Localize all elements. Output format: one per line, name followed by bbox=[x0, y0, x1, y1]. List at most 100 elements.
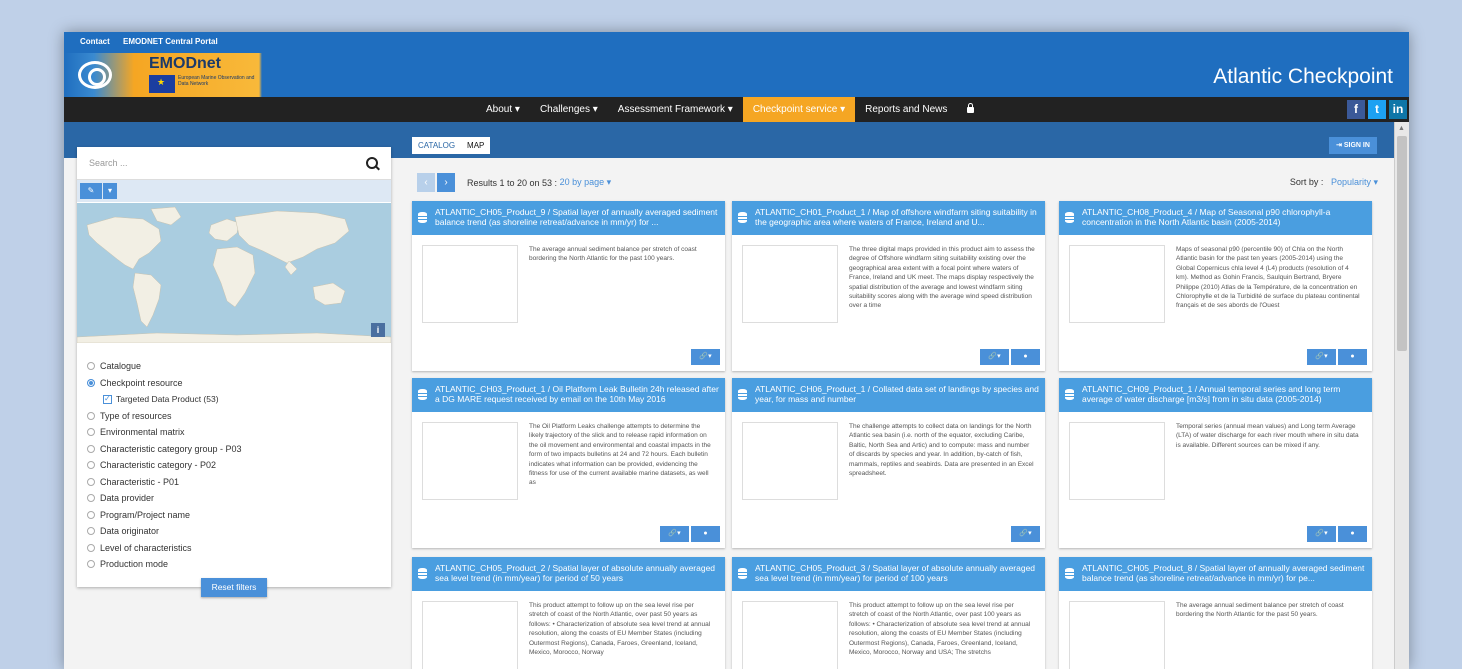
nav-checkpoint-service[interactable]: Checkpoint service ▾ bbox=[742, 97, 856, 122]
card-actions: 🔗▾ ● bbox=[1305, 349, 1367, 365]
sort-dropdown[interactable]: Popularity ▾ bbox=[1331, 177, 1378, 187]
card-title[interactable]: ATLANTIC_CH03_Product_1 / Oil Platform L… bbox=[435, 384, 719, 404]
card-title[interactable]: ATLANTIC_CH06_Product_1 / Collated data … bbox=[755, 384, 1039, 404]
result-card[interactable]: ATLANTIC_CH06_Product_1 / Collated data … bbox=[732, 378, 1045, 548]
radio-icon bbox=[87, 560, 95, 568]
site-header: Contact EMODNET Central Portal EMODnet E… bbox=[64, 32, 1409, 97]
results-area: ‹ › Results 1 to 20 on 53 : 20 by page ▾… bbox=[412, 158, 1382, 669]
per-page-dropdown[interactable]: 20 by page ▾ bbox=[560, 177, 612, 188]
card-header[interactable]: ATLANTIC_CH01_Product_1 / Map of offshor… bbox=[732, 201, 1045, 235]
result-card[interactable]: ATLANTIC_CH08_Product_4 / Map of Seasona… bbox=[1059, 201, 1372, 371]
site-title: Atlantic Checkpoint bbox=[1213, 65, 1393, 88]
search-input[interactable]: Search ... bbox=[89, 158, 128, 168]
logo-subtitle: European Marine Observation and Data Net… bbox=[178, 75, 255, 87]
facet-program-project-name[interactable]: Program/Project name bbox=[87, 507, 242, 524]
facet-characteristic-category[interactable]: Characteristic category - P02 bbox=[87, 457, 242, 474]
tab-map[interactable]: MAP bbox=[461, 137, 490, 154]
twitter-icon[interactable]: t bbox=[1368, 100, 1386, 119]
facet-data-provider[interactable]: Data provider bbox=[87, 490, 242, 507]
facet-checkpoint-resource[interactable]: Checkpoint resource bbox=[87, 375, 242, 392]
facet-production-mode[interactable]: Production mode bbox=[87, 556, 242, 573]
facet-label: Characteristic - P01 bbox=[100, 476, 180, 487]
world-map[interactable]: i bbox=[77, 203, 391, 343]
card-title[interactable]: ATLANTIC_CH05_Product_8 / Spatial layer … bbox=[1082, 563, 1364, 583]
view-on-map-button[interactable]: ● bbox=[1011, 349, 1040, 365]
page-scrollbar[interactable]: ▲ bbox=[1394, 122, 1409, 669]
view-on-map-button[interactable]: ● bbox=[1338, 526, 1367, 542]
scrollbar-thumb[interactable] bbox=[1397, 136, 1407, 351]
result-card[interactable]: ATLANTIC_CH05_Product_8 / Spatial layer … bbox=[1059, 557, 1372, 669]
card-title[interactable]: ATLANTIC_CH09_Product_1 / Annual tempora… bbox=[1082, 384, 1340, 404]
view-on-map-button[interactable]: ● bbox=[691, 526, 720, 542]
nav-about[interactable]: About ▾ bbox=[476, 97, 530, 122]
card-actions: 🔗▾ ● bbox=[658, 526, 720, 542]
facet-data-originator[interactable]: Data originator bbox=[87, 523, 242, 540]
card-description: The average annual sediment balance per … bbox=[1176, 602, 1344, 619]
sign-in-button[interactable]: ⇥ SIGN IN bbox=[1329, 137, 1377, 154]
card-header[interactable]: ATLANTIC_CH06_Product_1 / Collated data … bbox=[732, 378, 1045, 412]
facet-level-of-characteristics[interactable]: Level of characteristics bbox=[87, 540, 242, 557]
facet-type-of-resources[interactable]: Type of resources bbox=[87, 408, 242, 425]
previous-page-button[interactable]: ‹ bbox=[417, 173, 435, 192]
links-dropdown-button[interactable]: 🔗▾ bbox=[1011, 526, 1040, 542]
scroll-up-icon[interactable]: ▲ bbox=[1398, 125, 1405, 132]
facet-label: Type of resources bbox=[100, 410, 172, 421]
result-card[interactable]: ATLANTIC_CH05_Product_9 / Spatial layer … bbox=[412, 201, 725, 371]
search-icon[interactable] bbox=[366, 157, 378, 169]
contact-link[interactable]: Contact bbox=[80, 37, 110, 46]
card-title[interactable]: ATLANTIC_CH01_Product_1 / Map of offshor… bbox=[755, 207, 1037, 227]
radio-icon bbox=[87, 362, 95, 370]
draw-options-dropdown[interactable]: ▾ bbox=[103, 183, 117, 199]
next-page-button[interactable]: › bbox=[437, 173, 455, 192]
radio-icon bbox=[87, 477, 95, 486]
world-map-graphic bbox=[77, 206, 391, 343]
facet-catalogue[interactable]: Catalogue bbox=[87, 358, 242, 375]
result-card[interactable]: ATLANTIC_CH09_Product_1 / Annual tempora… bbox=[1059, 378, 1372, 548]
links-dropdown-button[interactable]: 🔗▾ bbox=[660, 526, 689, 542]
facet-characteristic-category-group[interactable]: Characteristic category group - P03 bbox=[87, 441, 242, 458]
result-card[interactable]: ATLANTIC_CH05_Product_2 / Spatial layer … bbox=[412, 557, 725, 669]
result-card[interactable]: ATLANTIC_CH03_Product_1 / Oil Platform L… bbox=[412, 378, 725, 548]
facet-targeted-data-product[interactable]: Targeted Data Product (53) bbox=[87, 391, 242, 408]
draw-extent-button[interactable]: ✎ bbox=[80, 183, 102, 199]
card-header[interactable]: ATLANTIC_CH05_Product_8 / Spatial layer … bbox=[1059, 557, 1372, 591]
card-header[interactable]: ATLANTIC_CH05_Product_9 / Spatial layer … bbox=[412, 201, 725, 235]
card-header[interactable]: ATLANTIC_CH08_Product_4 / Map of Seasona… bbox=[1059, 201, 1372, 235]
card-header[interactable]: ATLANTIC_CH09_Product_1 / Annual tempora… bbox=[1059, 378, 1372, 412]
card-title[interactable]: ATLANTIC_CH08_Product_4 / Map of Seasona… bbox=[1082, 207, 1330, 227]
card-description: Temporal series (annual mean values) and… bbox=[1176, 423, 1359, 449]
database-icon bbox=[418, 389, 427, 400]
nav-login[interactable] bbox=[957, 97, 984, 122]
emodnet-logo[interactable]: EMODnet European Marine Observation and … bbox=[64, 53, 262, 97]
card-header[interactable]: ATLANTIC_CH03_Product_1 / Oil Platform L… bbox=[412, 378, 725, 412]
database-icon bbox=[1065, 389, 1074, 400]
facet-label: Data originator bbox=[100, 526, 160, 536]
card-title[interactable]: ATLANTIC_CH05_Product_3 / Spatial layer … bbox=[755, 563, 1035, 583]
nav-reports-and-news[interactable]: Reports and News bbox=[855, 97, 957, 122]
links-dropdown-button[interactable]: 🔗▾ bbox=[691, 349, 720, 365]
card-header[interactable]: ATLANTIC_CH05_Product_3 / Spatial layer … bbox=[732, 557, 1045, 591]
database-icon bbox=[738, 568, 747, 579]
links-dropdown-button[interactable]: 🔗▾ bbox=[1307, 349, 1336, 365]
facebook-icon[interactable]: f bbox=[1347, 100, 1365, 119]
result-card[interactable]: ATLANTIC_CH01_Product_1 / Map of offshor… bbox=[732, 201, 1045, 371]
view-on-map-button[interactable]: ● bbox=[1338, 349, 1367, 365]
facet-environmental-matrix[interactable]: Environmental matrix bbox=[87, 424, 242, 441]
card-title[interactable]: ATLANTIC_CH05_Product_2 / Spatial layer … bbox=[435, 563, 715, 583]
card-header[interactable]: ATLANTIC_CH05_Product_2 / Spatial layer … bbox=[412, 557, 725, 591]
links-dropdown-button[interactable]: 🔗▾ bbox=[1307, 526, 1336, 542]
reset-filters-button[interactable]: Reset filters bbox=[201, 578, 267, 597]
links-dropdown-button[interactable]: 🔗▾ bbox=[980, 349, 1009, 365]
map-info-button[interactable]: i bbox=[371, 323, 385, 337]
central-portal-link[interactable]: EMODNET Central Portal bbox=[123, 37, 218, 46]
facet-characteristic[interactable]: Characteristic - P01 bbox=[87, 474, 242, 491]
facet-label: Targeted Data Product (53) bbox=[116, 394, 219, 404]
card-title[interactable]: ATLANTIC_CH05_Product_9 / Spatial layer … bbox=[435, 207, 717, 227]
result-card[interactable]: ATLANTIC_CH05_Product_3 / Spatial layer … bbox=[732, 557, 1045, 669]
map-toolbar: ✎ ▾ bbox=[77, 180, 391, 202]
tab-catalog[interactable]: CATALOG bbox=[412, 137, 461, 154]
linkedin-icon[interactable]: in bbox=[1389, 100, 1407, 119]
nav-assessment-framework[interactable]: Assessment Framework ▾ bbox=[608, 97, 743, 122]
nav-challenges[interactable]: Challenges ▾ bbox=[530, 97, 608, 122]
card-description: Maps of seasonal p90 (percentile 90) of … bbox=[1176, 246, 1360, 310]
